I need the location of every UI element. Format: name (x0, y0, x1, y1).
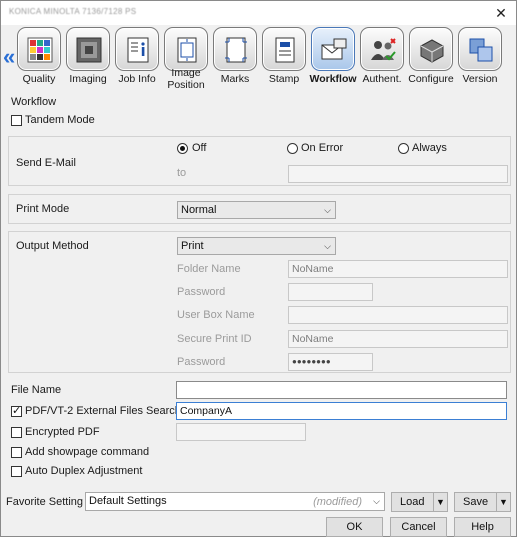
add-showpage-label: Add showpage command (25, 446, 150, 458)
tandem-mode-checkbox[interactable] (11, 115, 22, 126)
section-title: Workflow (11, 96, 57, 108)
ok-button[interactable]: OK (326, 517, 383, 537)
file-name-field[interactable] (176, 381, 507, 399)
print-mode-select[interactable]: Normal ⌵ (177, 201, 336, 219)
password-field[interactable] (288, 283, 373, 301)
workflow-panel: Workflow Tandem Mode Send E-Mail Off On … (3, 92, 514, 488)
image-position-icon (164, 27, 208, 71)
email-to-label: to (177, 167, 187, 179)
tab-stamp[interactable]: Stamp (260, 25, 308, 89)
user-box-name-label: User Box Name (177, 309, 255, 321)
secure-print-id-field[interactable]: NoName (288, 330, 508, 348)
pdf-vt2-checkbox[interactable] (11, 404, 22, 417)
job-info-icon (115, 27, 159, 71)
tab-workflow[interactable]: Workflow (309, 25, 357, 89)
chevron-down-icon: ⌵ (324, 205, 331, 215)
user-box-name-field[interactable] (288, 306, 508, 324)
tab-image-position[interactable]: Image Position (162, 25, 210, 91)
auto-duplex-label: Auto Duplex Adjustment (25, 465, 143, 477)
tab-configure[interactable]: Configure (407, 25, 455, 89)
tab-bar: « Quality Imaging Job Info Image Positio… (1, 25, 516, 91)
encrypted-pdf-field[interactable] (176, 423, 306, 441)
password-label: Password (177, 286, 226, 298)
send-email-off-label: Off (192, 142, 207, 154)
print-mode-label: Print Mode (16, 203, 70, 215)
encrypted-pdf-label: Encrypted PDF (25, 426, 100, 438)
close-icon[interactable]: ✕ (492, 4, 510, 22)
save-button-label: Save (463, 496, 489, 508)
folder-name-field[interactable]: NoName (288, 260, 508, 278)
stamp-icon (262, 27, 306, 71)
output-method-label: Output Method (16, 240, 89, 252)
output-method-group: Output Method Print ⌵ Folder Name NoName… (8, 231, 511, 373)
tab-job-info[interactable]: Job Info (113, 25, 161, 89)
quality-icon (17, 27, 61, 71)
favorite-setting-value: Default Settings (89, 495, 167, 507)
load-button[interactable]: Load ▼ (391, 492, 448, 512)
add-showpage-checkbox[interactable] (11, 447, 22, 458)
version-icon (458, 27, 502, 71)
load-dropdown-icon[interactable]: ▼ (433, 493, 447, 511)
authentication-icon (360, 27, 404, 71)
folder-name-label: Folder Name (177, 263, 241, 275)
secure-password-field[interactable]: ●●●●●●●● (288, 353, 373, 371)
title-bar: KONICA MINOLTA 7136/7128 PS ✕ (1, 1, 516, 25)
tab-version[interactable]: Version (456, 25, 504, 89)
favorite-setting-select[interactable]: Default Settings (modified) ⌵ (85, 492, 385, 511)
favorite-setting-label: Favorite Setting (6, 496, 84, 508)
output-method-value: Print (181, 240, 204, 252)
configure-icon (409, 27, 453, 71)
email-to-field[interactable] (288, 165, 508, 183)
output-method-select[interactable]: Print ⌵ (177, 237, 336, 255)
tab-label: Version (462, 73, 498, 85)
save-dropdown-icon[interactable]: ▼ (496, 493, 510, 511)
send-email-off-radio[interactable] (177, 143, 188, 154)
modified-indicator: (modified) (313, 496, 362, 508)
auto-duplex-checkbox[interactable] (11, 466, 22, 477)
chevron-down-icon: ⌵ (324, 241, 331, 251)
tab-imaging[interactable]: Imaging (64, 25, 112, 89)
save-button[interactable]: Save ▼ (454, 492, 511, 512)
pdf-vt2-field[interactable]: CompanyA (176, 402, 507, 420)
encrypted-pdf-checkbox[interactable] (11, 427, 22, 438)
bottom-bar: Favorite Setting Default Settings (modif… (1, 489, 516, 537)
send-email-group: Send E-Mail Off On Error Always to (8, 136, 511, 186)
send-email-always-radio[interactable] (398, 143, 409, 154)
marks-icon (213, 27, 257, 71)
window-title: KONICA MINOLTA 7136/7128 PS (9, 7, 137, 16)
secure-password-label: Password (177, 356, 226, 368)
tab-quality[interactable]: Quality (15, 25, 63, 89)
help-button[interactable]: Help (454, 517, 511, 537)
file-name-label: File Name (11, 384, 62, 396)
tab-marks[interactable]: Marks (211, 25, 259, 89)
send-email-always-label: Always (412, 142, 447, 154)
send-email-on-error-label: On Error (301, 142, 344, 154)
send-email-label: Send E-Mail (16, 157, 76, 169)
print-mode-group: Print Mode Normal ⌵ (8, 194, 511, 224)
imaging-icon (66, 27, 110, 71)
tandem-mode-label: Tandem Mode (25, 114, 95, 126)
workflow-icon (311, 27, 355, 71)
chevron-down-icon: ⌵ (373, 496, 380, 506)
pdf-vt2-label: PDF/VT-2 External Files Search (25, 405, 181, 417)
secure-print-id-label: Secure Print ID (177, 333, 252, 345)
send-email-on-error-radio[interactable] (287, 143, 298, 154)
load-button-label: Load (400, 496, 425, 508)
driver-dialog: KONICA MINOLTA 7136/7128 PS ✕ « Quality (0, 0, 517, 537)
cancel-button[interactable]: Cancel (390, 517, 447, 537)
tab-authentication[interactable]: Authent. (358, 25, 406, 89)
print-mode-value: Normal (181, 204, 217, 216)
scroll-left-icon[interactable]: « (3, 46, 15, 68)
